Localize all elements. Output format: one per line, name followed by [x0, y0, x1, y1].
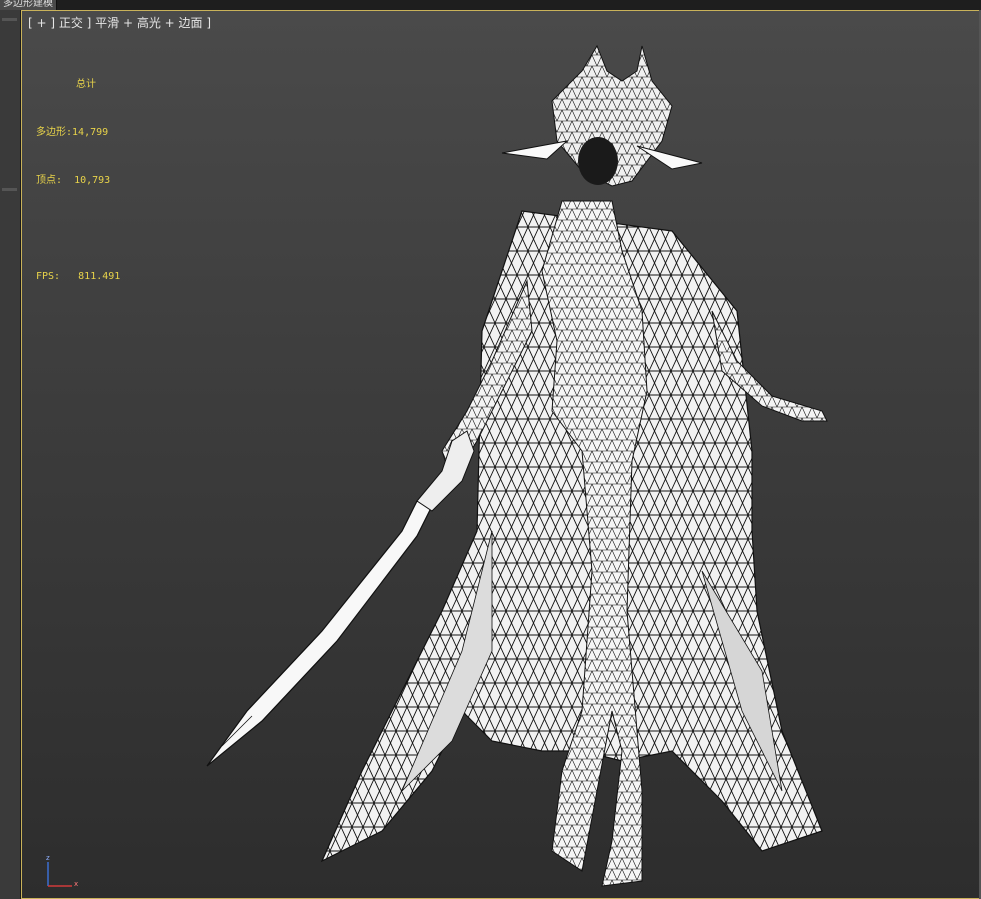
toolbar-handle-2[interactable] — [2, 188, 17, 191]
axis-gizmo-icon: z x — [46, 854, 78, 888]
perspective-viewport[interactable]: [ + ] 正交 ] 平滑 + 高光 + 边面 ] 总计 多边形:14,799 … — [21, 10, 981, 899]
title-strip — [0, 0, 981, 10]
axis-x-label: x — [74, 880, 78, 888]
axis-z-label: z — [46, 854, 50, 862]
left-toolbar — [0, 10, 21, 899]
ribbon-tab-polygon-modeling[interactable]: 多边形建模 — [0, 0, 57, 10]
head-mesh — [501, 44, 703, 187]
wireframe-character-model[interactable] — [22, 11, 980, 898]
toolbar-handle[interactable] — [2, 18, 17, 21]
